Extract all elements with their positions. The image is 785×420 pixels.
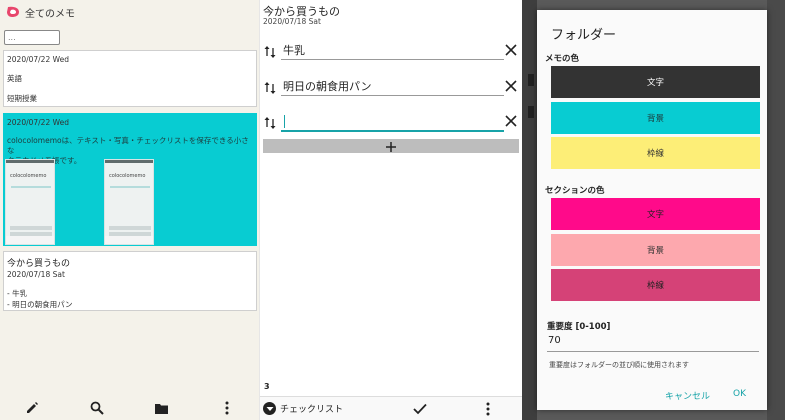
check-icon[interactable]: [412, 401, 428, 417]
importance-label: 重要度 [0-100]: [547, 322, 611, 332]
reorder-icon[interactable]: [264, 116, 276, 130]
memo-line: - 明日の朝食用パン: [7, 300, 73, 309]
search-icon[interactable]: [89, 400, 105, 416]
memo-type-label: チェックリスト: [280, 405, 344, 415]
section-background-color-button[interactable]: 背景: [551, 234, 760, 266]
list-header: 全てのメモ: [0, 0, 259, 24]
thumbnail-logo-text: colocolomemo: [109, 173, 146, 179]
ok-button[interactable]: OK: [733, 389, 746, 399]
checklist-item-input[interactable]: 牛乳: [281, 42, 504, 60]
chevron-down-icon: [263, 402, 276, 415]
memo-color-label: メモの色: [545, 54, 580, 64]
list-toolbar: [0, 396, 259, 420]
section-border-color-button[interactable]: 枠線: [551, 269, 760, 301]
memo-card-selected[interactable]: 2020/07/22 Wed colocolomemoは、テキスト・写真・チェッ…: [3, 113, 257, 246]
section-color-label: セクションの色: [545, 186, 605, 196]
add-item-button[interactable]: [263, 139, 519, 153]
screenshot-thumbnail[interactable]: colocolomemo: [5, 159, 55, 245]
folder-title[interactable]: 全てのメモ: [25, 5, 75, 20]
item-count: 3: [264, 382, 270, 391]
checklist-item: 牛乳: [264, 40, 519, 66]
memo-list-panel: 全てのメモ ... 2020/07/22 Wed 英語 短期授業 2020/07…: [0, 0, 259, 420]
pencil-icon[interactable]: [24, 400, 40, 416]
importance-hint: 重要度はフォルダーの並び順に使用されます: [549, 361, 689, 369]
memo-type-dropdown[interactable]: チェックリスト: [263, 402, 343, 415]
memo-date: 2020/07/22 Wed: [7, 55, 69, 64]
memo-border-color-button[interactable]: 枠線: [551, 137, 760, 169]
cancel-button[interactable]: キャンセル: [665, 389, 710, 402]
memo-title: 今から買うもの: [7, 259, 71, 269]
plus-icon: [386, 142, 396, 152]
memo-card[interactable]: 2020/07/22 Wed 英語 短期授業: [3, 50, 257, 107]
reorder-icon[interactable]: [264, 81, 276, 95]
delete-item-icon[interactable]: [504, 43, 518, 57]
memo-line: 短期授業: [7, 94, 37, 103]
delete-item-icon[interactable]: [504, 114, 518, 128]
memo-text-color-button[interactable]: 文字: [551, 66, 760, 98]
reorder-icon[interactable]: [264, 45, 276, 59]
more-vert-icon[interactable]: [219, 400, 235, 416]
memo-line: 英語: [7, 74, 22, 83]
editor-toolbar: チェックリスト: [260, 396, 523, 420]
dialog-title: フォルダー: [551, 28, 617, 43]
memo-body-line: colocolomemoは、テキスト・写真・チェックリストを保存できる小さな: [7, 136, 249, 155]
delete-item-icon[interactable]: [504, 79, 518, 93]
memo-date: 2020/07/18 Sat: [263, 17, 321, 26]
text-caret: [284, 115, 285, 128]
memo-background-color-button[interactable]: 背景: [551, 102, 760, 134]
more-vert-icon[interactable]: [480, 401, 496, 417]
checklist-item-input[interactable]: 明日の朝食用パン: [281, 78, 504, 96]
checklist-item-input-focused[interactable]: [281, 113, 504, 132]
memo-card[interactable]: 今から買うもの 2020/07/18 Sat - 牛乳 - 明日の朝食用パン: [3, 251, 257, 311]
folder-icon[interactable]: [154, 400, 170, 416]
screenshot-thumbnail[interactable]: colocolomemo: [104, 159, 154, 245]
importance-input[interactable]: 70: [547, 335, 759, 352]
search-input[interactable]: ...: [4, 30, 60, 45]
memo-line: - 牛乳: [7, 289, 28, 298]
checklist-editor: 今から買うもの 2020/07/18 Sat 牛乳 明日の朝食用パン 3 チェッ…: [259, 0, 523, 420]
checklist-item: [264, 111, 519, 137]
checklist-item: 明日の朝食用パン: [264, 76, 519, 102]
folder-settings-dialog: フォルダー メモの色 文字 背景 枠線 セクションの色 文字 背景 枠線 重要度…: [537, 10, 767, 410]
thumbnail-logo-text: colocolomemo: [10, 173, 47, 179]
colocolomemo-logo-icon: [7, 6, 19, 17]
memo-date: 2020/07/22 Wed: [7, 118, 69, 127]
section-text-color-button[interactable]: 文字: [551, 198, 760, 230]
memo-date: 2020/07/18 Sat: [7, 270, 65, 279]
